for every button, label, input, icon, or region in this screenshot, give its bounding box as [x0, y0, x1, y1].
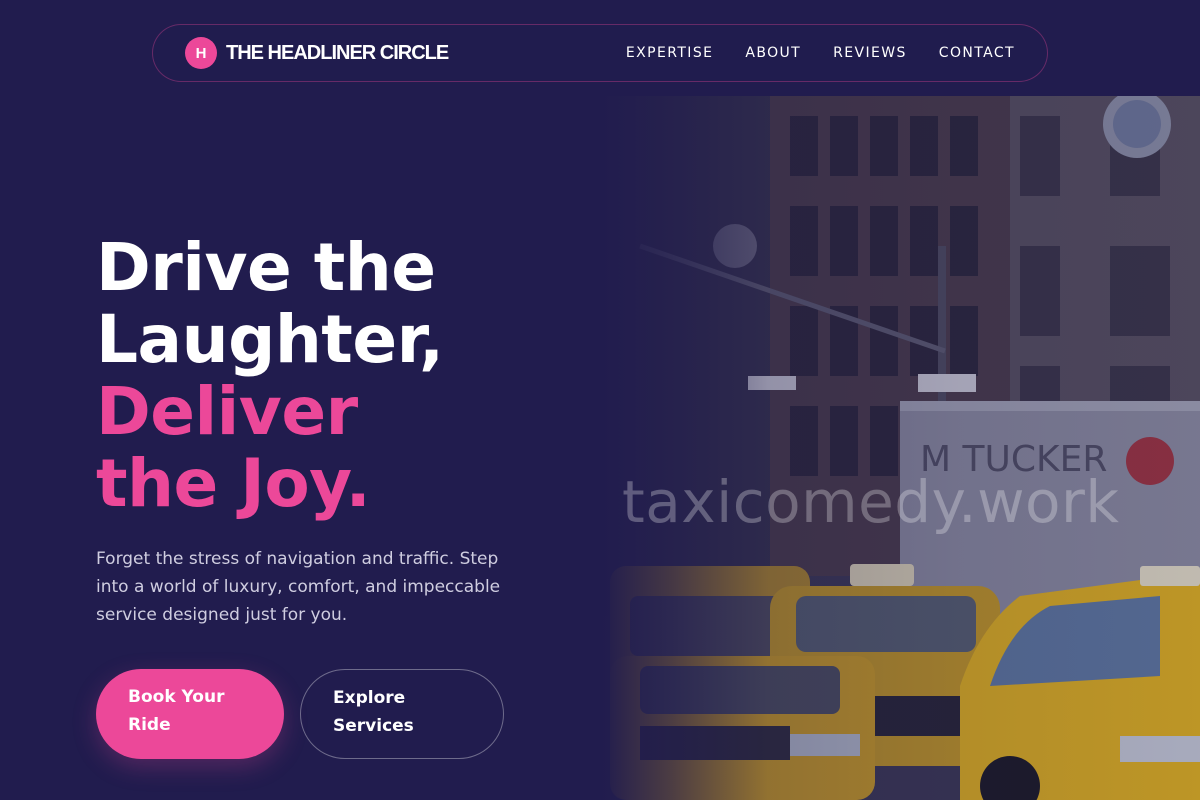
nav-link-contact[interactable]: CONTACT [939, 45, 1015, 61]
brand-logo[interactable]: H THE HEADLINER CIRCLE [185, 37, 449, 69]
nav-link-about[interactable]: ABOUT [745, 45, 801, 61]
nav-link-expertise[interactable]: EXPERTISE [626, 45, 713, 61]
navbar: H THE HEADLINER CIRCLE EXPERTISE ABOUT R… [152, 24, 1048, 82]
book-ride-button[interactable]: Book Your Ride [96, 669, 284, 759]
nav-link-reviews[interactable]: REVIEWS [833, 45, 907, 61]
brand-badge-icon: H [185, 37, 217, 69]
headline-highlight-line-2: the Joy. [96, 445, 371, 522]
city-taxis-illustration: M TUCKER [600, 96, 1200, 800]
headline-line-2: Laughter, [96, 301, 444, 378]
hero-subtext: Forget the stress of navigation and traf… [96, 549, 501, 625]
nav-links: EXPERTISE ABOUT REVIEWS CONTACT [594, 45, 1015, 61]
headline-highlight-line-1: Deliver [96, 373, 358, 450]
hero-image: M TUCKER taxicomedy.work [600, 96, 1200, 800]
brand-name: THE HEADLINER CIRCLE [226, 41, 449, 64]
headline-line-1: Drive the [96, 229, 436, 306]
hero-headline: Drive the Laughter, Deliver the Joy. [96, 232, 444, 520]
explore-services-button[interactable]: Explore Services [300, 669, 504, 759]
image-watermark: taxicomedy.work [622, 468, 1120, 536]
